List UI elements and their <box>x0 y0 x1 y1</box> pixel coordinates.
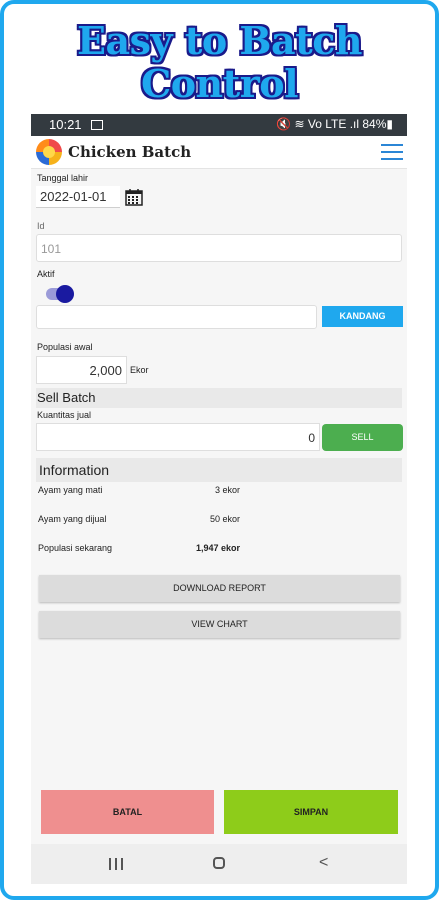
id-field[interactable]: 101 <box>36 234 402 262</box>
sell-button[interactable]: SELL <box>322 424 403 451</box>
phone-screen: 10:21 🔇 ≋ Vo LTE .ıl 84%▮ Chicken Batch … <box>31 114 407 884</box>
kuantitas-jual-label: Kuantitas jual <box>37 410 92 420</box>
hamburger-menu-icon[interactable] <box>381 144 403 160</box>
home-icon[interactable] <box>213 857 225 869</box>
app-bar: Chicken Batch <box>31 136 407 169</box>
headline-line-2: Control <box>140 61 299 106</box>
simpan-button[interactable]: SIMPAN <box>224 790 398 834</box>
kuantitas-jual-field[interactable]: 0 <box>36 423 320 451</box>
app-logo-icon <box>36 139 62 165</box>
tanggal-lahir-label: Tanggal lahir <box>37 173 89 183</box>
view-chart-button[interactable]: VIEW CHART <box>39 611 400 638</box>
aktif-toggle[interactable] <box>46 285 74 303</box>
status-time: 10:21 <box>49 117 82 132</box>
sell-batch-header: Sell Batch <box>36 388 402 408</box>
info-label-mati: Ayam yang mati <box>38 485 103 495</box>
app-title: Chicken Batch <box>68 143 192 161</box>
info-value-mati: 3 ekor <box>214 485 240 495</box>
image-notification-icon <box>91 120 103 130</box>
populasi-awal-label: Populasi awal <box>37 342 93 352</box>
info-label-dijual: Ayam yang dijual <box>38 514 107 524</box>
populasi-awal-unit: Ekor <box>130 365 149 375</box>
info-label-populasi: Populasi sekarang <box>38 543 113 553</box>
id-label: Id <box>37 221 45 231</box>
headline-line-1: Easy to Batch <box>77 18 362 63</box>
kandang-button[interactable]: KANDANG <box>322 306 403 327</box>
aktif-label: Aktif <box>37 269 55 279</box>
status-bar: 10:21 🔇 ≋ Vo LTE .ıl 84%▮ <box>31 114 407 136</box>
system-nav-bar: < <box>31 844 407 884</box>
info-value-dijual: 50 ekor <box>209 514 240 524</box>
populasi-awal-field[interactable]: 2,000 <box>36 356 127 384</box>
tanggal-lahir-field[interactable]: 2022-01-01 <box>36 186 120 208</box>
aktif-toggle-knob <box>56 285 74 303</box>
info-value-populasi: 1,947 ekor <box>195 543 240 553</box>
recent-apps-icon[interactable] <box>109 858 123 870</box>
status-indicators: 🔇 ≋ Vo LTE .ıl 84%▮ <box>276 117 393 131</box>
kandang-field[interactable] <box>36 305 317 329</box>
back-icon[interactable]: < <box>319 854 328 872</box>
information-header: Information <box>36 458 402 482</box>
batal-button[interactable]: BATAL <box>41 790 214 834</box>
download-report-button[interactable]: DOWNLOAD REPORT <box>39 575 400 602</box>
calendar-icon[interactable] <box>125 188 143 206</box>
